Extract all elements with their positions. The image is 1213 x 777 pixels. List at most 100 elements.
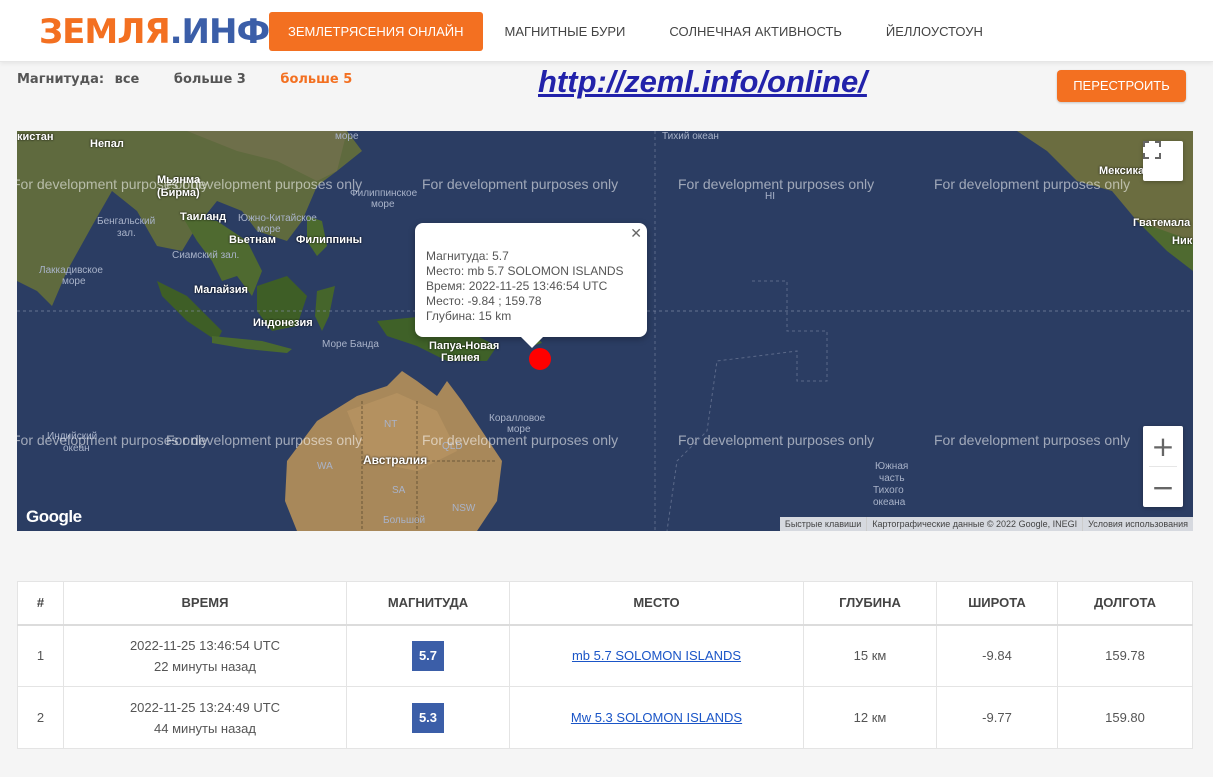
popup-coords: Место: -9.84 ; 159.78 — [426, 294, 542, 308]
row-time-ago: 44 минуты назад — [154, 720, 256, 736]
dev-watermark: For development purposes only — [934, 176, 1131, 192]
row-time-cell: 2022-11-25 13:24:49 UTC 44 минуты назад — [63, 686, 347, 749]
magnitude-badge: 5.7 — [412, 640, 444, 671]
map-label-nt: NT — [384, 419, 398, 430]
dev-watermark: For development purposes only — [678, 176, 875, 192]
keyboard-shortcuts-link[interactable]: Быстрые клавиши — [780, 517, 866, 531]
earthquake-marker[interactable] — [529, 348, 551, 370]
google-logo[interactable]: Google — [26, 507, 82, 527]
dev-watermark: For development purposes only — [422, 432, 619, 448]
map-label-nic: Ник — [1172, 235, 1193, 247]
map-label-bengal-2: зал. — [117, 228, 136, 239]
map-label-siam: Сиамский зал. — [172, 250, 240, 261]
table-row[interactable]: 2 2022-11-25 13:24:49 UTC 44 минуты наза… — [17, 686, 1193, 749]
popup-magnitude: Магнитуда: 5.7 — [426, 249, 509, 263]
row-time-cell: 2022-11-25 13:46:54 UTC 22 минуты назад — [63, 624, 347, 687]
fullscreen-button[interactable] — [1143, 141, 1183, 181]
row-depth: 12 км — [803, 686, 937, 749]
map-label-pakistan: кистан — [17, 131, 54, 143]
col-header-depth[interactable]: ГЛУБИНА — [803, 581, 937, 626]
filter-all[interactable]: все — [115, 72, 140, 87]
col-header-longitude[interactable]: ДОЛГОТА — [1057, 581, 1193, 626]
map-label-philippines: Филиппины — [296, 234, 362, 246]
nav-earthquakes-online[interactable]: ЗЕМЛЕТРЯСЕНИЯ ОНЛАЙН — [269, 12, 483, 51]
row-time-ago: 22 минуты назад — [154, 658, 256, 674]
place-link[interactable]: mb 5.7 SOLOMON ISLANDS — [572, 648, 741, 663]
map-label-bengal: Бенгальский — [97, 216, 156, 227]
map-label-hawaii: HI — [765, 191, 775, 202]
site-logo[interactable]: ЗЕМЛЯ.ИНФО — [39, 12, 298, 52]
earthquake-table: # ВРЕМЯ МАГНИТУДА МЕСТО ГЛУБИНА ШИРОТА Д… — [17, 581, 1193, 749]
col-header-number: # — [17, 581, 64, 626]
nav-yellowstone[interactable]: ЙЕЛЛОУСТОУН — [864, 12, 1005, 51]
table-row[interactable]: 1 2022-11-25 13:46:54 UTC 22 минуты наза… — [17, 624, 1193, 687]
terms-of-use-link[interactable]: Условия использования — [1082, 517, 1193, 531]
row-magnitude-cell: 5.7 — [346, 624, 510, 687]
map-label-nsw: NSW — [452, 503, 476, 514]
map-label-vietnam: Вьетнам — [229, 234, 276, 246]
magnitude-filter: Магнитуда: все больше 3 больше 5 — [17, 72, 382, 87]
map-attribution: Быстрые клавиши Картографические данные … — [779, 517, 1193, 531]
magnitude-filter-label: Магнитуда: — [17, 72, 105, 87]
popup-place: Место: mb 5.7 SOLOMON ISLANDS — [426, 264, 624, 278]
row-latitude: -9.77 — [936, 686, 1058, 749]
map-label-png-2: Гвинея — [441, 352, 480, 364]
map-data-text: Картографические данные © 2022 Google, I… — [866, 517, 1082, 531]
zoom-out-button[interactable]: − — [1143, 467, 1183, 507]
dev-watermark: For development purposes only — [422, 176, 619, 192]
nav-solar-activity[interactable]: СОЛНЕЧНАЯ АКТИВНОСТЬ — [647, 12, 864, 51]
filter-over-5[interactable]: больше 5 — [280, 72, 352, 87]
row-time: 2022-11-25 13:24:49 UTC — [129, 699, 281, 715]
zoom-in-button[interactable]: + — [1143, 426, 1183, 466]
magnitude-badge: 5.3 — [412, 702, 444, 733]
earthquake-map[interactable]: кистан Непал Мьянма (Бирма) Таиланд Бенг… — [17, 131, 1193, 531]
map-label-coral: Коралловое — [489, 413, 546, 424]
row-longitude: 159.80 — [1057, 686, 1193, 749]
map-label-nepal: Непал — [90, 138, 124, 150]
map-label-malaysia: Малайзия — [194, 284, 248, 296]
row-place-cell: mb 5.7 SOLOMON ISLANDS — [509, 624, 804, 687]
top-navigation-bar: ЗЕМЛЯ.ИНФО ЗЕМЛЕТРЯСЕНИЯ ОНЛАЙН МАГНИТНЫ… — [0, 0, 1213, 62]
row-magnitude-cell: 5.3 — [346, 686, 510, 749]
dev-watermark: For development purposes only — [934, 432, 1131, 448]
map-label-wa: WA — [317, 461, 333, 472]
rebuild-button[interactable]: ПЕРЕСТРОИТЬ — [1057, 70, 1186, 102]
col-header-place[interactable]: МЕСТО — [509, 581, 804, 626]
map-label-laccadive: Лаккадивское — [39, 265, 103, 276]
map-label-banda: Море Банда — [322, 339, 379, 350]
popup-depth: Глубина: 15 km — [426, 309, 512, 323]
map-label-indonesia: Индонезия — [253, 317, 313, 329]
dev-watermark: For development purposes only — [166, 176, 363, 192]
map-label-south-pacific: Южная — [875, 461, 909, 472]
filter-over-3[interactable]: больше 3 — [174, 72, 246, 87]
dev-watermark: For development purposes only — [678, 432, 875, 448]
row-longitude: 159.78 — [1057, 624, 1193, 687]
table-header-row: # ВРЕМЯ МАГНИТУДА МЕСТО ГЛУБИНА ШИРОТА Д… — [17, 581, 1193, 626]
map-label-thailand: Таиланд — [180, 211, 227, 223]
col-header-time[interactable]: ВРЕМЯ — [63, 581, 347, 626]
earthquake-info-popup: ✕ Магнитуда: 5.7 Место: mb 5.7 SOLOMON I… — [415, 223, 647, 348]
nav-magnetic-storms[interactable]: МАГНИТНЫЕ БУРИ — [483, 12, 648, 51]
map-label-south-pacific-2: часть — [879, 473, 905, 484]
row-place-cell: Mw 5.3 SOLOMON ISLANDS — [509, 686, 804, 749]
map-label-sa: SA — [392, 485, 406, 496]
map-label-australia: Австралия — [363, 453, 428, 467]
col-header-magnitude[interactable]: МАГНИТУДА — [346, 581, 510, 626]
row-number: 1 — [17, 624, 64, 687]
popup-time: Время: 2022-11-25 13:46:54 UTC — [426, 279, 608, 293]
map-label-scs: Южно-Китайское — [238, 213, 317, 224]
row-number: 2 — [17, 686, 64, 749]
map-label-guatemala: Гватемала — [1133, 217, 1191, 229]
col-header-latitude[interactable]: ШИРОТА — [936, 581, 1058, 626]
row-depth: 15 км — [803, 624, 937, 687]
map-label-south-pacific-3: Тихого — [873, 485, 904, 496]
map-label-philippine-sea-2: море — [371, 199, 395, 210]
map-label-laccadive-2: море — [62, 276, 86, 287]
place-link[interactable]: Mw 5.3 SOLOMON ISLANDS — [571, 710, 742, 725]
row-latitude: -9.84 — [936, 624, 1058, 687]
map-label-pacific: Тихий океан — [662, 131, 719, 142]
row-time: 2022-11-25 13:46:54 UTC — [129, 637, 281, 653]
main-nav: ЗЕМЛЕТРЯСЕНИЯ ОНЛАЙН МАГНИТНЫЕ БУРИ СОЛН… — [269, 12, 1005, 51]
close-icon[interactable]: ✕ — [630, 226, 642, 241]
dev-watermark: For development purposes only — [166, 432, 363, 448]
